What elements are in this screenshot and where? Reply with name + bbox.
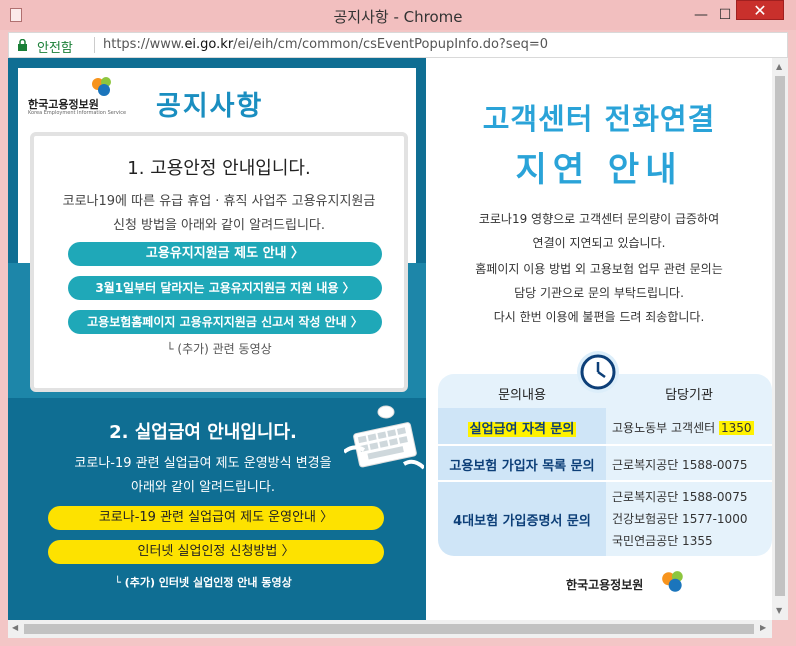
notice-title: 공지사항 (156, 91, 264, 122)
title-bar[interactable]: 공지사항 - Chrome — ☐ ✕ (0, 0, 796, 30)
section2-line2: 아래와 같이 알려드립니다. (131, 480, 275, 495)
window-title: 공지사항 - Chrome (333, 8, 463, 26)
lock-icon (18, 39, 27, 51)
keis-logo-icon (92, 77, 111, 96)
horizontal-scroll-thumb[interactable] (24, 624, 754, 634)
delay-paragraph-line2: 연결이 지연되고 있습니다. (532, 236, 666, 250)
url-domain: ei.go.kr (184, 37, 234, 52)
contact-table: 문의내용 담당기관 실업급여 자격 문의 고용노동부 고객센터 1350 고용보… (438, 374, 772, 556)
row1-agency: 고용노동부 고객센터 1350 (612, 419, 754, 436)
minimize-button[interactable]: — (688, 6, 714, 24)
scroll-down-icon[interactable]: ▼ (776, 606, 782, 615)
secure-label: 안전함 (37, 41, 73, 56)
section1-line2: 신청 방법을 아래와 같이 알려드립니다. (112, 218, 326, 233)
url-path: /ei/eih/cm/common/csEventPopupInfo.do?se… (233, 37, 548, 52)
delay-paragraph-line1: 코로나19 영향으로 고객센터 문의량이 급증하여 (478, 212, 720, 226)
logo-subtitle: Korea Employment Information Service (28, 110, 127, 116)
right-panel: 고객센터 전화연결 지연 안내 코로나19 영향으로 고객센터 문의량이 급증하… (426, 58, 772, 620)
row3-agency-line3: 국민연금공단 1355 (612, 534, 713, 548)
row1-topic-highlight: 실업급여 자격 문의 (467, 422, 577, 437)
section1-line1: 코로나19에 따른 유급 휴업 · 휴직 사업주 고용유지지원금 (62, 194, 376, 209)
subsidy-changes-button[interactable]: 3월1일부터 달라지는 고용유지지원금 지원 내용 〉 (68, 276, 382, 300)
close-button[interactable]: ✕ (736, 0, 784, 20)
section1-title: 1. 고용안정 안내입니다. (127, 158, 311, 179)
employment-stability-card: 1. 고용안정 안내입니다. 코로나19에 따른 유급 휴업 · 휴직 사업주 … (30, 132, 408, 392)
table-row: 고용보험 가입자 목록 문의 근로복지공단 1588-0075 (438, 446, 772, 480)
address-bar[interactable]: 안전함 https://www.ei.go.kr/ei/eih/cm/commo… (8, 32, 788, 58)
url-prefix: https://www. (103, 37, 185, 52)
url-text[interactable]: https://www.ei.go.kr/ei/eih/cm/common/cs… (103, 37, 548, 52)
vertical-scroll-thumb[interactable] (775, 76, 785, 596)
section1-video-link[interactable]: └ (추가) 관련 동영상 (34, 340, 404, 357)
footer-logo: 한국고용정보원 (566, 571, 683, 593)
maximize-button[interactable]: ☐ (712, 6, 738, 24)
section2-title: 2. 실업급여 안내입니다. (109, 422, 297, 443)
row3-topic: 4대보험 가입증명서 문의 (453, 514, 591, 529)
footer-logo-icon (662, 571, 683, 592)
horizontal-scrollbar[interactable]: ◀ ▶ (8, 620, 772, 638)
delay-title-line1: 고객센터 전화연결 (482, 102, 716, 136)
browser-window: 공지사항 - Chrome — ☐ ✕ 안전함 https://www.ei.g… (0, 0, 796, 646)
keis-logo: 한국고용정보원 Korea Employment Information Ser… (24, 76, 126, 118)
online-recognition-button[interactable]: 인터넷 실업인정 신청방법 〉 (48, 540, 384, 564)
row1-topic: 실업급여 자격 문의 (438, 418, 606, 437)
section2-video-link[interactable]: └ (추가) 인터넷 실업인정 안내 동영상 (8, 574, 398, 590)
clock-icon (577, 351, 619, 393)
row3-agency-line2: 건강보험공단 1577-1000 (612, 512, 748, 526)
section2-line1: 코로나-19 관련 실업급여 제도 운영방식 변경을 (74, 456, 332, 471)
delay-paragraph-line3: 홈페이지 이용 방법 외 고용보험 업무 관련 문의는 (475, 262, 723, 276)
row3-agency-line1: 근로복지공단 1588-0075 (612, 490, 748, 504)
left-panel: 한국고용정보원 Korea Employment Information Ser… (8, 58, 426, 620)
address-separator (94, 37, 95, 53)
row1-agency-text: 고용노동부 고객센터 (612, 421, 719, 435)
row2-agency: 근로복지공단 1588-0075 (612, 458, 748, 472)
vertical-scrollbar[interactable]: ▲ ▼ (772, 58, 788, 620)
scroll-right-icon[interactable]: ▶ (760, 623, 766, 632)
row2-topic: 고용보험 가입자 목록 문의 (449, 459, 595, 474)
delay-title-line2: 지연 안내 (515, 150, 683, 190)
footer-logo-name: 한국고용정보원 (566, 578, 644, 592)
row1-agency-number: 1350 (719, 421, 754, 435)
scroll-up-icon[interactable]: ▲ (776, 62, 782, 71)
table-row: 4대보험 가입증명서 문의 근로복지공단 1588-0075 건강보험공단 15… (438, 482, 772, 556)
page-content: 한국고용정보원 Korea Employment Information Ser… (8, 58, 772, 620)
scroll-left-icon[interactable]: ◀ (12, 623, 18, 632)
subsidy-form-guide-button[interactable]: 고용보험홈페이지 고용유지지원금 신고서 작성 안내 〉 (68, 310, 382, 334)
delay-paragraph-line4: 담당 기관으로 문의 부탁드립니다. (514, 286, 684, 300)
header-agency: 담당기관 (665, 388, 713, 403)
delay-paragraph-line5: 다시 한번 이용에 불편을 드려 죄송합니다. (493, 310, 705, 324)
subsidy-guide-button[interactable]: 고용유지지원금 제도 안내 〉 (68, 242, 382, 266)
table-row: 실업급여 자격 문의 고용노동부 고객센터 1350 (438, 408, 772, 444)
unemployment-operation-button[interactable]: 코로나-19 관련 실업급여 제도 운영안내 〉 (48, 506, 384, 530)
